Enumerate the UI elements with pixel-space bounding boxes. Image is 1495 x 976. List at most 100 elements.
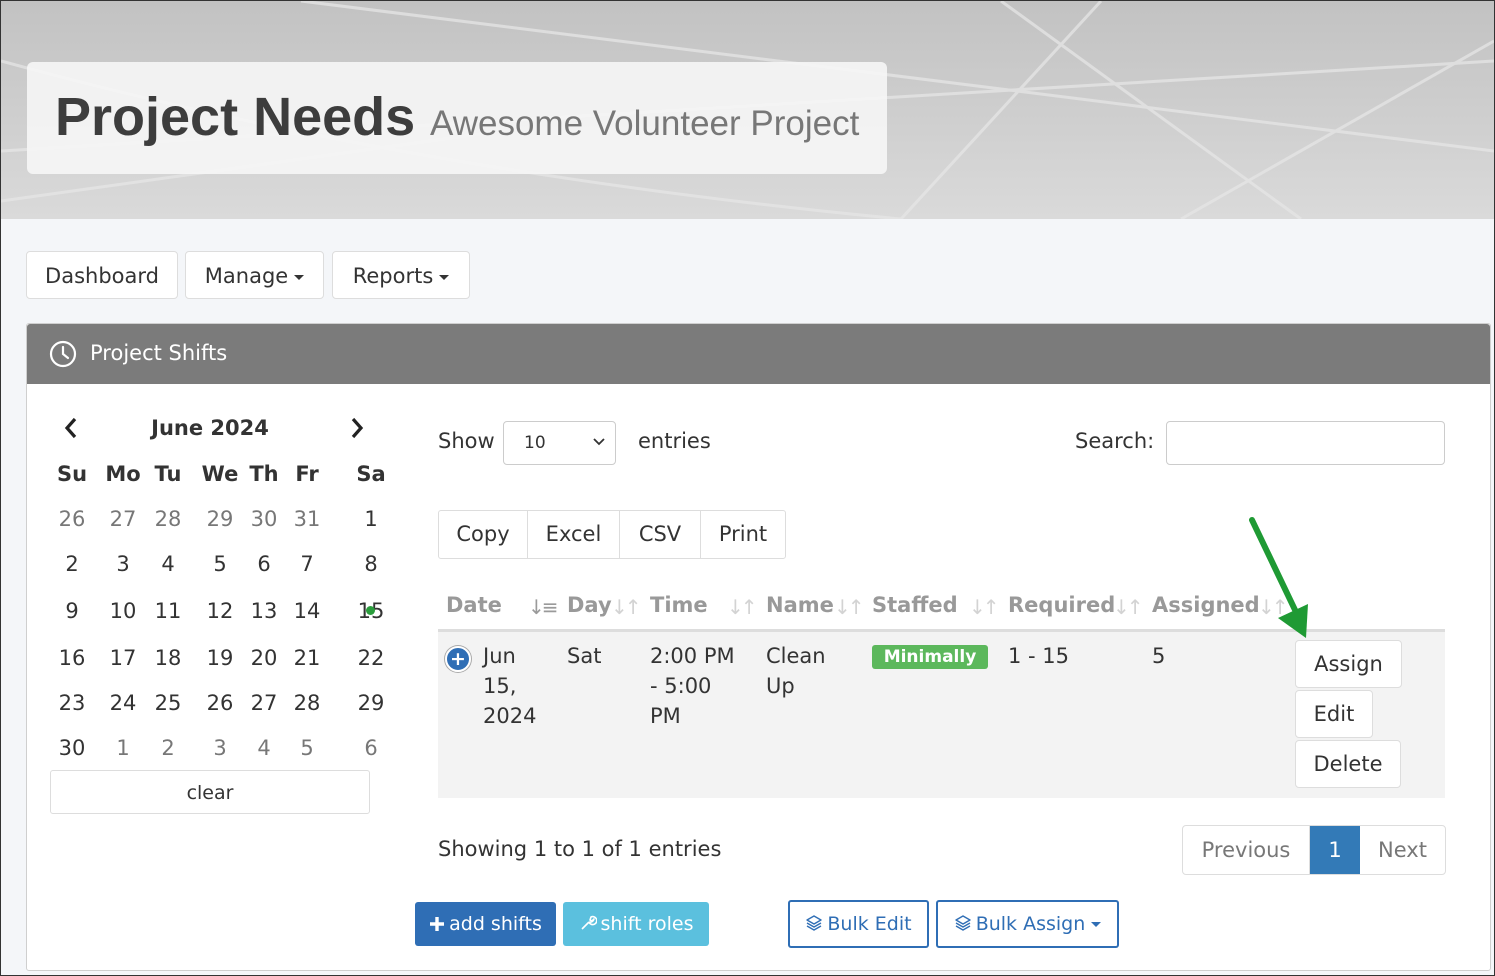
caret-down-icon: [1091, 922, 1102, 927]
calendar-day[interactable]: 28: [284, 689, 330, 717]
calendar-day[interactable]: 2: [145, 734, 191, 762]
column-header-date[interactable]: Date: [446, 593, 502, 617]
calendar-day[interactable]: 29: [348, 689, 394, 717]
cell-name-line: Up: [766, 674, 795, 698]
pagination-page-current[interactable]: 1: [1310, 826, 1360, 874]
panel-header: Project Shifts: [27, 324, 1490, 384]
copy-label: Copy: [456, 522, 510, 546]
calendar-day[interactable]: 5: [284, 734, 330, 762]
project-name: Awesome Volunteer Project: [430, 104, 860, 143]
cell-day: Sat: [567, 644, 602, 668]
plus-icon: [430, 917, 445, 931]
assign-button[interactable]: Assign: [1295, 640, 1402, 688]
calendar-day[interactable]: 26: [49, 505, 95, 533]
calendar-day[interactable]: 11: [145, 597, 191, 625]
entries-label: entries: [638, 429, 711, 453]
excel-button[interactable]: Excel: [528, 511, 620, 558]
print-button[interactable]: Print: [701, 511, 785, 558]
search-input[interactable]: [1166, 421, 1445, 465]
expand-row-plus-icon[interactable]: +: [445, 646, 471, 672]
column-header-day[interactable]: Day: [567, 593, 612, 617]
calendar-day[interactable]: 14: [284, 597, 330, 625]
entries-select[interactable]: 10: [503, 421, 616, 465]
calendar-day[interactable]: 4: [145, 550, 191, 578]
pagination-next[interactable]: Next: [1360, 826, 1445, 874]
export-button-group: Copy Excel CSV Print: [438, 510, 786, 559]
column-header-time[interactable]: Time: [650, 593, 708, 617]
dashboard-button[interactable]: Dashboard: [26, 251, 178, 299]
add-shifts-button[interactable]: add shifts: [415, 902, 556, 946]
calendar-day[interactable]: 13: [241, 597, 287, 625]
chevron-right-icon[interactable]: [348, 415, 366, 441]
calendar-day[interactable]: 29: [197, 505, 243, 533]
calendar-day[interactable]: 23: [49, 689, 95, 717]
calendar-day[interactable]: 16: [49, 644, 95, 672]
edit-button[interactable]: Edit: [1295, 690, 1373, 738]
copy-button[interactable]: Copy: [439, 511, 528, 558]
calendar-day[interactable]: 28: [145, 505, 191, 533]
calendar-day[interactable]: 27: [241, 689, 287, 717]
csv-button[interactable]: CSV: [620, 511, 701, 558]
calendar-day[interactable]: 30: [49, 734, 95, 762]
edit-label: Edit: [1313, 702, 1355, 726]
reports-menu-button[interactable]: Reports: [332, 251, 470, 299]
chevron-down-icon: [593, 438, 605, 446]
cell-date: Jun 15, 2024: [483, 641, 536, 731]
calendar-day[interactable]: 9: [49, 597, 95, 625]
calendar-day[interactable]: 22: [348, 644, 394, 672]
show-label: Show: [438, 429, 495, 453]
column-header-staffed[interactable]: Staffed: [872, 593, 958, 617]
shift-roles-label: shift roles: [600, 913, 694, 935]
calendar-day[interactable]: 8: [348, 550, 394, 578]
column-header-required[interactable]: Required: [1008, 593, 1115, 617]
calendar-day[interactable]: 21: [284, 644, 330, 672]
calendar-day[interactable]: 3: [197, 734, 243, 762]
reports-label: Reports: [352, 264, 434, 288]
calendar-day[interactable]: 19: [197, 644, 243, 672]
calendar-day[interactable]: 2: [49, 550, 95, 578]
cell-required: 1 - 15: [1008, 644, 1070, 668]
calendar-day[interactable]: 6: [241, 550, 287, 578]
calendar-day[interactable]: 18: [145, 644, 191, 672]
calendar-weekday: Tu: [154, 462, 182, 486]
calendar-day[interactable]: 10: [100, 597, 146, 625]
calendar-day[interactable]: 7: [284, 550, 330, 578]
caret-down-icon: [294, 274, 305, 280]
staffed-status-badge: Minimally: [872, 645, 988, 669]
manage-menu-button[interactable]: Manage: [185, 251, 324, 299]
calendar-event-dot-icon: [366, 606, 375, 615]
calendar-month-label[interactable]: June 2024: [100, 416, 320, 440]
calendar-day[interactable]: 4: [241, 734, 287, 762]
shift-roles-button[interactable]: shift roles: [563, 902, 709, 946]
layers-icon: [806, 915, 823, 931]
calendar-day[interactable]: 3: [100, 550, 146, 578]
calendar-day[interactable]: 5: [197, 550, 243, 578]
calendar-day[interactable]: 20: [241, 644, 287, 672]
column-header-name[interactable]: Name: [766, 593, 834, 617]
calendar-day[interactable]: 31: [284, 505, 330, 533]
calendar-day[interactable]: 24: [100, 689, 146, 717]
calendar-weekday: Su: [56, 462, 88, 486]
calendar-day[interactable]: 26: [197, 689, 243, 717]
calendar-day[interactable]: 6: [348, 734, 394, 762]
cell-time-line: 2:00 PM: [650, 644, 735, 668]
page-title: Project Needs: [55, 87, 416, 147]
sort-icon: ↓↑: [1113, 595, 1143, 619]
cell-date-line: Jun: [483, 644, 516, 668]
bulk-assign-button[interactable]: Bulk Assign: [936, 900, 1119, 948]
calendar-day[interactable]: 12: [197, 597, 243, 625]
calendar-day[interactable]: 27: [100, 505, 146, 533]
calendar-day[interactable]: 1: [348, 505, 394, 533]
calendar-day[interactable]: 17: [100, 644, 146, 672]
bulk-edit-button[interactable]: Bulk Edit: [788, 900, 929, 948]
delete-button[interactable]: Delete: [1295, 740, 1401, 788]
caret-down-icon: [439, 274, 450, 280]
cell-date-line: 2024: [483, 704, 537, 728]
chevron-left-icon[interactable]: [62, 415, 80, 441]
calendar-clear-button[interactable]: clear: [50, 770, 370, 814]
pagination-previous[interactable]: Previous: [1183, 826, 1310, 874]
calendar-day[interactable]: 1: [100, 734, 146, 762]
calendar-day[interactable]: 30: [241, 505, 287, 533]
calendar-day[interactable]: 25: [145, 689, 191, 717]
entries-select-value: 10: [524, 433, 546, 453]
